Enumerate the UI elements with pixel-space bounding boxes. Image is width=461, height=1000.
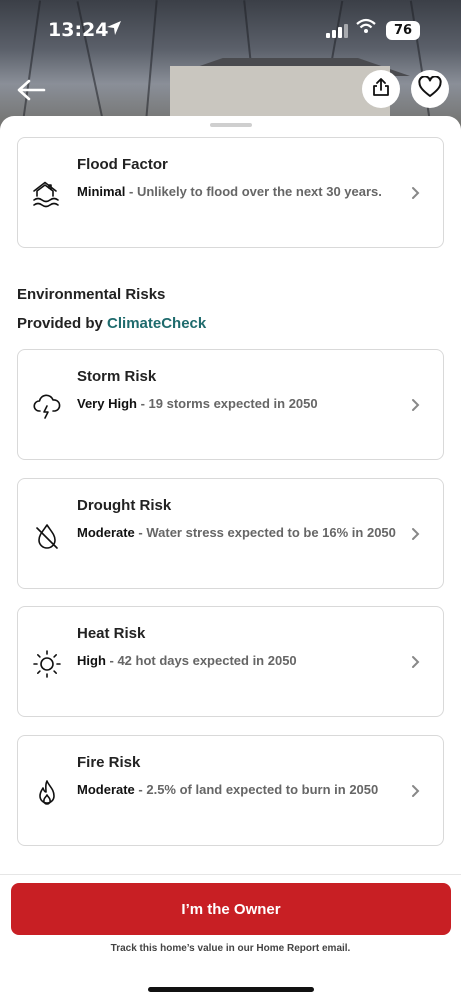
chevron-right-icon (411, 655, 421, 669)
share-button[interactable] (362, 70, 400, 108)
risk-level: High (77, 653, 106, 668)
risk-description: Unlikely to flood over the next 30 years… (136, 184, 382, 199)
location-arrow-icon (106, 20, 122, 40)
provided-by-label: Provided by (17, 315, 103, 332)
storm-cloud-icon (32, 392, 62, 422)
risk-description: 2.5% of land expected to burn in 2050 (146, 782, 379, 797)
drought-drop-icon (32, 521, 62, 551)
card-title: Drought Risk (77, 497, 172, 514)
separator: - (134, 782, 147, 797)
risk-description: 42 hot days expected in 2050 (117, 653, 297, 668)
heat-risk-card[interactable]: Heat Risk High - 42 hot days expected in… (17, 606, 444, 717)
wifi-icon (356, 18, 376, 39)
risk-level: Minimal (77, 184, 126, 199)
separator: - (134, 525, 147, 540)
fire-risk-card[interactable]: Fire Risk Moderate - 2.5% of land expect… (17, 735, 444, 846)
footer-note: Track this home’s value in our Home Repo… (110, 943, 351, 954)
flame-icon (32, 778, 62, 808)
chevron-right-icon (411, 527, 421, 541)
separator: - (136, 396, 149, 411)
favorite-button[interactable] (411, 70, 449, 108)
heart-icon (418, 74, 442, 103)
chevron-right-icon (411, 784, 421, 798)
risk-description: 19 storms expected in 2050 (148, 396, 318, 411)
section-heading: Environmental Risks (17, 286, 166, 303)
home-indicator[interactable] (148, 987, 314, 992)
share-icon (372, 77, 390, 102)
sun-icon (32, 649, 62, 679)
cellular-signal-icon (326, 24, 348, 38)
risk-description: Water stress expected to be 16% in 2050 (146, 525, 396, 540)
card-title: Heat Risk (77, 625, 146, 642)
separator: - (105, 653, 118, 668)
im-the-owner-button[interactable]: I’m the Owner (11, 883, 451, 935)
status-time: 13:24 (48, 19, 109, 41)
risk-sheet: Flood Factor Minimal - Unlikely to flood… (0, 116, 461, 1000)
back-arrow-icon[interactable] (16, 78, 48, 104)
card-title: Storm Risk (77, 368, 157, 385)
separator: - (125, 184, 137, 199)
battery-indicator: 76 (386, 21, 420, 40)
sticky-footer: I’m the Owner Track this home’s value in… (0, 874, 461, 1000)
risk-level: Moderate (77, 782, 135, 797)
provider-line: Provided by ClimateCheck (17, 315, 206, 332)
risk-level: Moderate (77, 525, 135, 540)
chevron-right-icon (411, 398, 421, 412)
provider-link[interactable]: ClimateCheck (107, 315, 206, 332)
card-title: Fire Risk (77, 754, 141, 771)
card-title: Flood Factor (77, 156, 168, 173)
flood-house-icon (32, 180, 62, 210)
chevron-right-icon (411, 186, 421, 200)
risk-level: Very High (77, 396, 137, 411)
sheet-grabber[interactable] (210, 123, 252, 127)
flood-factor-card[interactable]: Flood Factor Minimal - Unlikely to flood… (17, 137, 444, 248)
drought-risk-card[interactable]: Drought Risk Moderate - Water stress exp… (17, 478, 444, 589)
status-bar: 13:24 76 (0, 0, 461, 60)
storm-risk-card[interactable]: Storm Risk Very High - 19 storms expecte… (17, 349, 444, 460)
